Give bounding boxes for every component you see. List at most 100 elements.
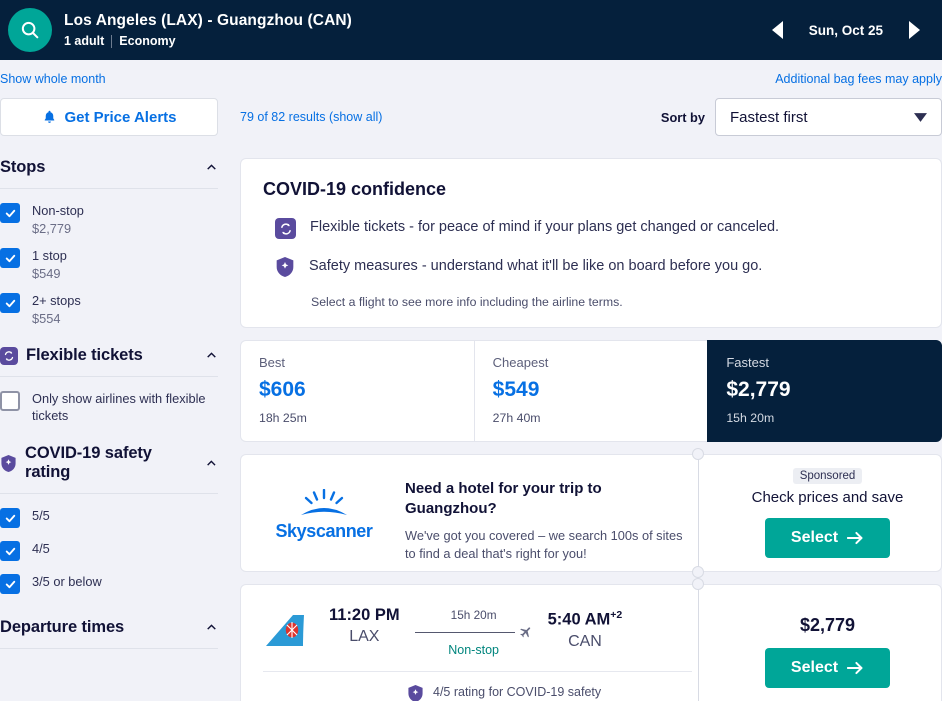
tab-price: $606 [259, 378, 306, 401]
hotel-ad-cta: Sponsored Check prices and save Select [714, 455, 941, 571]
get-price-alerts-button[interactable]: Get Price Alerts [0, 98, 218, 136]
chevron-up-icon[interactable] [205, 161, 218, 174]
chevron-left-icon[interactable] [771, 21, 783, 39]
chevron-up-icon[interactable] [205, 621, 218, 634]
filter-option[interactable]: 2+ stops $554 [0, 292, 218, 326]
tab-duration: 18h 25m [259, 411, 307, 425]
departure-airport: LAX [349, 628, 380, 645]
ticket-notch [692, 566, 704, 578]
filter-header-flexible-tickets[interactable]: Flexible tickets [0, 346, 218, 376]
option-price: $554 [32, 311, 61, 326]
covid-item-text: Safety measures - understand what it'll … [309, 258, 763, 274]
hotel-ad-description: We've got you covered – we search 100s o… [405, 528, 683, 561]
ticket-divider [698, 455, 699, 571]
tab-label: Fastest [726, 355, 769, 370]
covid-card-title: COVID-19 confidence [263, 179, 447, 199]
flight-price-cta: $2,779 Select [714, 585, 941, 701]
stops-label: Non-stop [448, 643, 499, 657]
filter-options-flexible: Only show airlines with flexible tickets [0, 377, 218, 444]
covid-card-note: Select a flight to see more info includi… [311, 295, 623, 309]
caret-down-icon[interactable] [914, 112, 927, 122]
search-icon[interactable] [8, 8, 52, 52]
option-label: Only show airlines with flexible tickets [32, 391, 206, 423]
covid-card-item: Flexible tickets - for peace of mind if … [263, 217, 919, 239]
checkbox-checked[interactable] [0, 574, 20, 594]
filter-section-departure-times: Departure times [0, 618, 218, 649]
checkbox-checked[interactable] [0, 508, 20, 528]
tab-duration: 15h 20m [726, 411, 775, 425]
hotel-select-button[interactable]: Select [764, 518, 891, 558]
app-header: Los Angeles (LAX) - Guangzhou (CAN) 1 ad… [0, 0, 942, 60]
checkbox-unchecked[interactable] [0, 391, 20, 411]
divider [263, 671, 692, 672]
option-label: 1 stop [32, 248, 67, 263]
covid-item-text: Flexible tickets - for peace of mind if … [310, 219, 780, 235]
filter-section-stops: Stops Non-stop $2,779 1 stop $549 2+ sto… [0, 158, 218, 346]
filter-header-covid-rating[interactable]: COVID-19 safety rating [0, 444, 218, 493]
filter-title: Flexible tickets [26, 346, 143, 364]
option-label: 3/5 or below [32, 574, 102, 589]
filter-header-stops[interactable]: Stops [0, 158, 218, 188]
skyscanner-logo: Skyscanner [263, 475, 385, 542]
filter-header-departure-times[interactable]: Departure times [0, 618, 218, 648]
covid-confidence-card: COVID-19 confidence Flexible tickets - f… [240, 158, 942, 328]
bag-fees-link[interactable]: Additional bag fees may apply [775, 72, 942, 86]
price-alerts-label: Get Price Alerts [64, 108, 177, 126]
tab-best[interactable]: Best $606 18h 25m [240, 340, 474, 442]
flexible-ticket-icon [0, 346, 18, 365]
filter-option[interactable]: 3/5 or below [0, 573, 218, 594]
bell-icon [44, 110, 54, 123]
shield-icon [408, 685, 423, 701]
departure-block: 11:20 PM LAX [329, 605, 400, 647]
hotel-ad-main: Skyscanner Need a hotel for your trip to… [241, 455, 714, 571]
arrival-day-offset: +2 [610, 609, 623, 621]
route-block[interactable]: Los Angeles (LAX) - Guangzhou (CAN) 1 ad… [64, 11, 352, 49]
select-label: Select [790, 529, 839, 546]
hotel-ad-cta-title: Check prices and save [751, 489, 904, 506]
option-price: $2,779 [32, 221, 72, 236]
tab-label: Cheapest [492, 355, 549, 370]
option-label: 2+ stops [32, 293, 81, 308]
chevron-up-icon[interactable] [205, 349, 218, 362]
sort-tabs: Best $606 18h 25m Cheapest $549 27h 40m … [240, 340, 942, 442]
checkbox-checked[interactable] [0, 248, 20, 268]
tab-fastest[interactable]: Fastest $2,779 15h 20m [707, 340, 942, 442]
filter-option[interactable]: Only show airlines with flexible tickets [0, 390, 218, 424]
chevron-up-icon[interactable] [205, 457, 218, 470]
filter-option[interactable]: 4/5 [0, 540, 218, 561]
checkbox-checked[interactable] [0, 541, 20, 561]
date-label: Sun, Oct 25 [808, 22, 883, 38]
option-label: Non-stop [32, 203, 84, 218]
sponsored-badge: Sponsored [792, 468, 863, 484]
ticket-divider [698, 585, 699, 701]
route-subtitle: 1 adult Economy [64, 33, 352, 49]
china-southern-tail-icon [263, 613, 311, 649]
filter-title: COVID-19 safety rating [25, 444, 152, 481]
checkbox-checked[interactable] [0, 293, 20, 313]
results-count-link[interactable]: 79 of 82 results (show all) [240, 110, 382, 124]
skyscanner-sunburst-icon [301, 489, 347, 515]
sort-select[interactable]: Fastest first [715, 98, 942, 136]
hotel-ad-card[interactable]: Skyscanner Need a hotel for your trip to… [240, 448, 942, 578]
filter-option[interactable]: 5/5 [0, 507, 218, 528]
filter-section-flexible-tickets: Flexible tickets Only show airlines with… [0, 346, 218, 444]
filter-title: Departure times [0, 618, 125, 636]
filter-option[interactable]: 1 stop $549 [0, 247, 218, 281]
covid-rating-text: 4/5 rating for COVID-19 safety measures [433, 685, 602, 699]
chevron-right-icon[interactable] [909, 21, 920, 39]
flight-result-card[interactable]: 11:20 PM LAX 15h 20m Non-stop 5:40 AM+2 … [240, 578, 942, 701]
tab-cheapest[interactable]: Cheapest $549 27h 40m [473, 340, 708, 442]
checkbox-checked[interactable] [0, 203, 20, 223]
show-whole-month-link[interactable]: Show whole month [0, 72, 106, 86]
date-navigation: Sun, Oct 25 [771, 21, 920, 39]
arrival-block: 5:40 AM+2 CAN [548, 605, 623, 652]
flight-duration: 15h 20m [450, 608, 497, 622]
filter-option[interactable]: Non-stop $2,779 [0, 202, 218, 236]
flight-select-button[interactable]: Select [764, 648, 891, 688]
departure-time: 11:20 PM [329, 606, 400, 624]
hotel-ad-title: Need a hotel for your trip to Guangzhou? [405, 480, 602, 517]
tab-duration: 27h 40m [492, 411, 541, 425]
ticket-notch [692, 578, 704, 590]
cabin-class: Economy [119, 34, 176, 48]
filter-title: Stops [0, 158, 46, 176]
